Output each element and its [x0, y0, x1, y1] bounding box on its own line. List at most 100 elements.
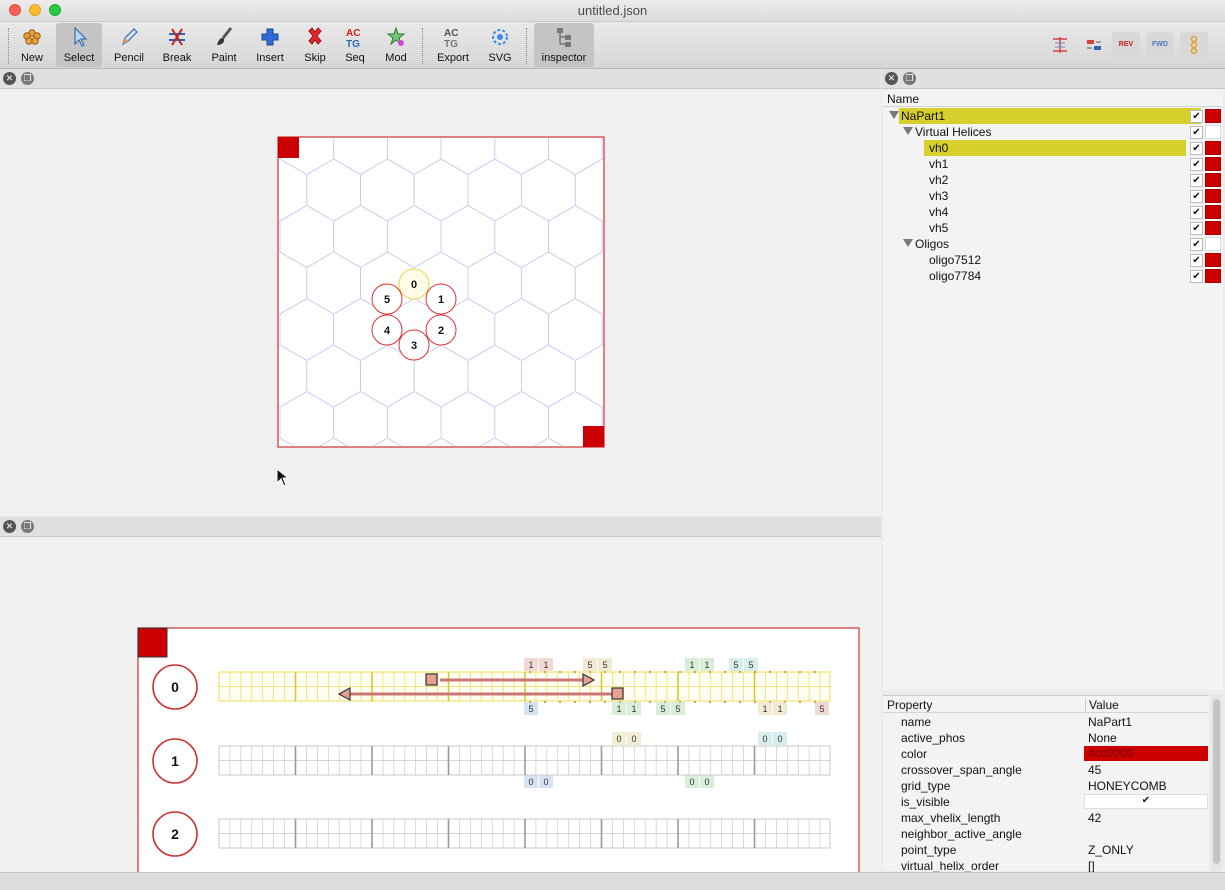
path-view[interactable]: 012 115511555115511500000000: [0, 538, 881, 872]
path-helix-handle-1[interactable]: 1: [152, 738, 198, 784]
tree-item-virtual-helices[interactable]: Virtual Helices ✔: [883, 124, 1223, 140]
property-value[interactable]: None: [1088, 731, 1117, 745]
color-swatch[interactable]: [1205, 205, 1221, 219]
scroll-thumb[interactable]: [1213, 699, 1220, 864]
property-value[interactable]: NaPart1: [1088, 715, 1132, 729]
prexover-marker-top[interactable]: 0: [612, 732, 626, 745]
hex-cell[interactable]: [334, 485, 388, 517]
prexover-marker-bottom[interactable]: 1: [612, 702, 626, 715]
tree-item-napart1[interactable]: NaPart1 ✔: [883, 108, 1223, 124]
svg-button[interactable]: SVG: [482, 23, 518, 67]
visibility-checkbox[interactable]: ✔: [1190, 206, 1203, 219]
hex-cell[interactable]: [601, 206, 656, 268]
hex-cell[interactable]: [601, 392, 656, 454]
hex-cell[interactable]: [387, 485, 441, 517]
list-button[interactable]: [1180, 32, 1208, 58]
slice-button[interactable]: [1046, 32, 1074, 58]
export-button[interactable]: AC TG Export: [432, 23, 474, 67]
tree-item-oligo7784[interactable]: oligo7784 ✔: [883, 268, 1223, 284]
color-swatch[interactable]: [1205, 109, 1221, 123]
part-resize-handle-bottom-right[interactable]: [583, 426, 604, 447]
prexover-marker-top[interactable]: 5: [744, 658, 758, 671]
path-helix-grid-0[interactable]: [218, 671, 831, 702]
tree-item-vh0[interactable]: vh0 ✔: [883, 140, 1223, 156]
prexover-marker-bottom[interactable]: 5: [815, 702, 829, 715]
hex-cell[interactable]: [226, 299, 281, 361]
prexover-marker-bottom[interactable]: 0: [700, 775, 714, 788]
property-row-name[interactable]: name NaPart1: [883, 714, 1209, 730]
select-button[interactable]: Select: [56, 23, 102, 67]
slice-helix-5[interactable]: 5: [371, 283, 403, 315]
property-value-checkbox[interactable]: ✔: [1084, 794, 1208, 809]
color-swatch[interactable]: [1205, 173, 1221, 187]
hex-cell[interactable]: [226, 392, 281, 454]
expand-triangle-icon[interactable]: [903, 239, 913, 247]
visibility-checkbox[interactable]: ✔: [1190, 126, 1203, 139]
inspector-button[interactable]: inspector: [534, 23, 594, 67]
prexover-marker-top[interactable]: 1: [524, 658, 538, 671]
prexover-marker-top[interactable]: 0: [773, 732, 787, 745]
path-helix-handle-2[interactable]: 2: [152, 811, 198, 857]
expand-triangle-icon[interactable]: [889, 111, 899, 119]
property-row-point-type[interactable]: point_type Z_ONLY: [883, 842, 1209, 858]
prexover-marker-bottom[interactable]: 1: [773, 702, 787, 715]
property-value[interactable]: 42: [1088, 811, 1101, 825]
color-swatch[interactable]: [1205, 125, 1221, 139]
color-swatch[interactable]: [1205, 237, 1221, 251]
property-row-is-visible[interactable]: is_visible ✔: [883, 794, 1209, 810]
prexover-marker-bottom[interactable]: 5: [656, 702, 670, 715]
slice-view[interactable]: 0 1 2 3 4 5: [0, 90, 881, 516]
property-row-grid-type[interactable]: grid_type HONEYCOMB: [883, 778, 1209, 794]
prexover-marker-top[interactable]: 0: [758, 732, 772, 745]
slice-view-canvas[interactable]: 0 1 2 3 4 5: [0, 90, 881, 516]
prexover-marker-bottom[interactable]: 1: [758, 702, 772, 715]
property-value[interactable]: []: [1088, 859, 1095, 873]
fwd-button[interactable]: FWD: [1146, 32, 1174, 58]
tree-item-vh5[interactable]: vh5 ✔: [883, 220, 1223, 236]
slice-view-close-icon[interactable]: ✕: [3, 72, 16, 85]
hex-cell[interactable]: [226, 113, 281, 175]
property-row-active-phos[interactable]: active_phos None: [883, 730, 1209, 746]
tree-item-vh2[interactable]: vh2 ✔: [883, 172, 1223, 188]
inspector-close-icon[interactable]: ✕: [885, 72, 898, 85]
prexover-marker-top[interactable]: 1: [700, 658, 714, 671]
rev-button[interactable]: REV: [1112, 32, 1140, 58]
prexover-marker-bottom[interactable]: 5: [671, 702, 685, 715]
path-helix-grid-1[interactable]: [218, 745, 831, 776]
color-swatch[interactable]: [1205, 141, 1221, 155]
path-part-handle[interactable]: [137, 627, 168, 658]
visibility-checkbox[interactable]: ✔: [1190, 270, 1203, 283]
visibility-checkbox[interactable]: ✔: [1190, 110, 1203, 123]
slice-helix-4[interactable]: 4: [371, 314, 403, 346]
color-swatch[interactable]: [1205, 269, 1221, 283]
hex-cell[interactable]: [441, 485, 495, 517]
property-row-crossover-span-angle[interactable]: crossover_span_angle 45: [883, 762, 1209, 778]
swap-button[interactable]: [1080, 32, 1108, 58]
property-scrollbar[interactable]: [1211, 695, 1222, 871]
property-row-color[interactable]: color #cc0000: [883, 746, 1209, 762]
hex-cell[interactable]: [602, 485, 656, 517]
prexover-marker-top[interactable]: 1: [539, 658, 553, 671]
color-swatch[interactable]: [1205, 157, 1221, 171]
paint-button[interactable]: Paint: [204, 23, 244, 67]
pencil-button[interactable]: Pencil: [108, 23, 150, 67]
hex-cell[interactable]: [200, 438, 254, 500]
visibility-checkbox[interactable]: ✔: [1190, 190, 1203, 203]
visibility-checkbox[interactable]: ✔: [1190, 222, 1203, 235]
inspector-float-icon[interactable]: ❐: [903, 72, 916, 85]
hex-cell[interactable]: [226, 206, 281, 268]
mod-button[interactable]: Mod: [378, 23, 414, 67]
property-value[interactable]: HONEYCOMB: [1088, 779, 1167, 793]
hex-cell[interactable]: [495, 485, 549, 517]
slice-helix-2[interactable]: 2: [425, 314, 457, 346]
break-button[interactable]: Break: [158, 23, 196, 67]
tree-item-vh1[interactable]: vh1 ✔: [883, 156, 1223, 172]
path-view-float-icon[interactable]: ❐: [21, 520, 34, 533]
color-swatch[interactable]: [1205, 189, 1221, 203]
prexover-marker-bottom[interactable]: 0: [685, 775, 699, 788]
prexover-marker-bottom[interactable]: 0: [539, 775, 553, 788]
prexover-marker-bottom[interactable]: 1: [627, 702, 641, 715]
property-value[interactable]: 45: [1088, 763, 1101, 777]
property-row-max-vhelix-length[interactable]: max_vhelix_length 42: [883, 810, 1209, 826]
visibility-checkbox[interactable]: ✔: [1190, 174, 1203, 187]
